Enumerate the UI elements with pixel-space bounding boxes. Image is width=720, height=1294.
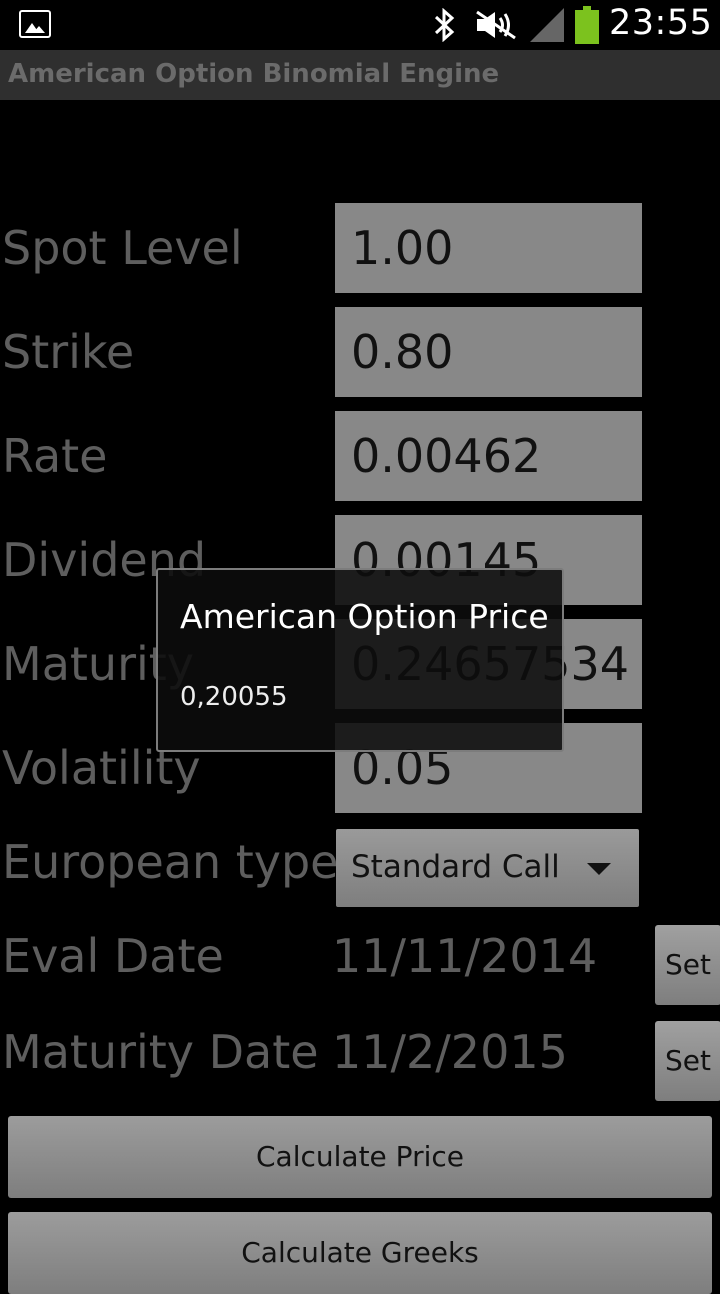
calculate-price-button[interactable]: Calculate Price	[8, 1116, 712, 1198]
strike-label: Strike	[2, 325, 135, 379]
rate-input[interactable]: 0.00462	[335, 411, 642, 501]
toast-title: American Option Price	[180, 597, 549, 636]
spot-input[interactable]: 1.00	[335, 203, 642, 293]
dropdown-arrow-icon	[587, 863, 611, 875]
maturity-date-label: Maturity Date	[2, 1025, 319, 1079]
maturity-date-value: 11/2/2015	[332, 1025, 568, 1079]
signal-icon	[530, 8, 564, 42]
strike-value: 0.80	[351, 325, 454, 379]
bluetooth-icon	[434, 8, 455, 42]
image-icon	[19, 10, 51, 38]
calculate-greeks-button[interactable]: Calculate Greeks	[8, 1212, 712, 1294]
spot-value: 1.00	[351, 221, 454, 275]
clock: 23:55	[609, 3, 713, 43]
battery-icon	[575, 6, 599, 44]
status-bar: 23:55	[0, 0, 720, 50]
rate-label: Rate	[2, 429, 108, 483]
type-selected: Standard Call	[351, 849, 560, 885]
type-label: European type	[2, 835, 339, 889]
app-title: American Option Binomial Engine	[8, 59, 500, 89]
strike-input[interactable]: 0.80	[335, 307, 642, 397]
eval-date-value: 11/11/2014	[332, 929, 598, 983]
title-bar: American Option Binomial Engine	[0, 50, 720, 100]
eval-date-label: Eval Date	[2, 929, 224, 983]
spot-label: Spot Level	[2, 221, 243, 275]
toast-value: 0,20055	[180, 682, 288, 712]
type-spinner[interactable]: Standard Call	[336, 829, 639, 907]
eval-date-set-button[interactable]: Set	[655, 925, 720, 1005]
maturity-date-set-button[interactable]: Set	[655, 1021, 720, 1101]
mute-icon	[476, 10, 516, 40]
rate-value: 0.00462	[351, 429, 542, 483]
result-toast: American Option Price 0,20055	[156, 568, 564, 752]
